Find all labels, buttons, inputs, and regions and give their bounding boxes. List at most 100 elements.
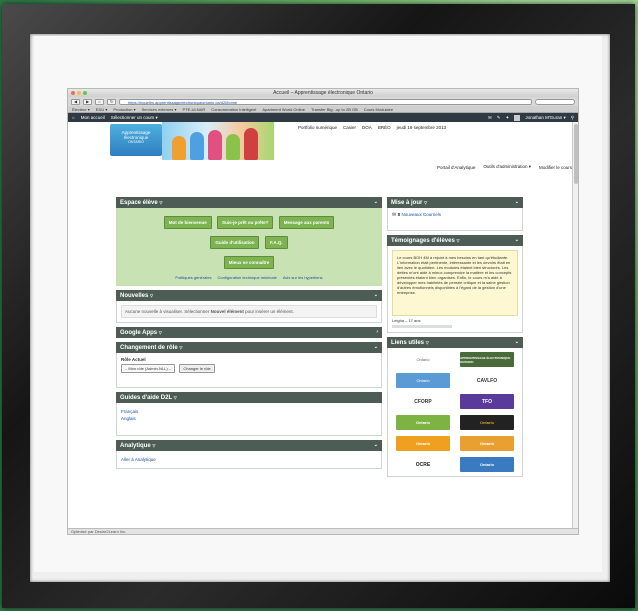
d2l-navbar: ⌂ Mon accueil Sélectionner un cours ▾ ✉ … [68,113,578,122]
ontario-logo[interactable]: Ontario [460,436,514,451]
panel-header: Guides d'aide D2L ▽ [116,392,382,403]
bookmark-item[interactable]: Transfer Big...up to 2B GB [311,106,358,112]
avatar[interactable] [514,114,521,121]
search-icon[interactable]: ⚲ [571,115,574,121]
chevron-down-icon[interactable]: ⌄ [515,197,519,208]
bookmark-item[interactable]: EDU ▾ [96,106,108,112]
admin-tools-link[interactable]: Outils d'administration ▾ [483,164,531,170]
left-column: Espace élève ▽ ⌄ Mot de bienvenue Suis-je… [116,197,382,473]
current-role-label: Rôle Actuel [121,357,146,362]
testimonial-pager[interactable] [392,325,452,328]
ontario-logo[interactable]: Ontario [460,415,514,430]
change-role-button[interactable]: Changer le rôle [179,364,215,373]
ocre-logo[interactable]: OCRE [396,457,450,472]
policies-link[interactable]: Politiques générales [175,275,211,280]
bookmark-item[interactable]: Production ▾ [113,106,135,112]
portfolio-link[interactable]: Portfolio numérique [298,125,337,130]
panel-title: Témoignages d'élèves [391,238,455,244]
page-header: Apprentissage électronique ONTARIO Portf… [68,122,578,162]
go-to-analytics-link[interactable]: Aller à Analytique [121,457,377,462]
window-title: Accueil – Apprentissage électronique Ont… [273,90,373,96]
role-change-body: Rôle Actuel – Mon rôle (Admin-NLL) – Cha… [116,353,382,388]
user-guide-button[interactable]: Guide d'utilisation [210,236,260,249]
hyperlinks-notice-link[interactable]: Avis sur les hyperliens [283,275,323,280]
role-select[interactable]: – Mon rôle (Admin-NLL) – [121,364,176,373]
logo-line: ONTARIO [128,140,144,144]
bookmark-item[interactable]: Apartment World Online [262,106,305,112]
close-icon[interactable] [71,91,75,95]
my-home-link[interactable]: Mon accueil [81,115,105,120]
aeo-logo[interactable]: APPRENTISSAGE ÉLECTRONIQUE ONTARIO [460,352,514,367]
chevron-down-icon[interactable]: ⌄ [374,290,378,301]
user-menu[interactable]: Jonathan M'Guran ▾ [525,115,565,121]
chevron-down-icon[interactable]: ⌄ [374,342,378,353]
doa-link[interactable]: DOA [362,125,372,130]
window-titlebar: Accueil – Apprentissage électronique Ont… [68,89,578,97]
header-links: Portfolio numérique Casier DOA BRÉO jeud… [298,125,446,130]
chevron-down-icon[interactable]: ⌄ [374,197,378,208]
home-icon[interactable]: ⌂ [72,115,75,120]
locker-link[interactable]: Casier [343,125,356,130]
course-selector[interactable]: Sélectionner un cours ▾ [111,115,158,121]
tfo-logo[interactable]: TFO [460,394,514,409]
home-icon[interactable]: ⌂ [95,98,104,105]
chevron-down-icon[interactable]: ⌄ [515,337,519,348]
panel-header: Mise à jour ▽ ⌄ [387,197,523,208]
cavlfo-logo[interactable]: CAVLFO [460,373,514,388]
search-input[interactable] [535,98,575,105]
cforp-logo[interactable]: CFORP [396,394,450,409]
mail-icon: ✉ [392,212,397,218]
edit-course-link[interactable]: Modifier le cours [539,165,572,170]
back-icon[interactable]: ◀ [71,98,80,105]
bookmark-item[interactable]: Consommation Intelligent [211,106,256,112]
zoom-icon[interactable] [83,91,87,95]
analytics-panel: Analytique ▽ ⌄ Aller à Analytique [116,440,382,469]
banner-figure [172,136,186,160]
panel-header: Espace élève ▽ ⌄ [116,197,382,208]
new-mail-link[interactable]: Nouveaux Courriels [402,212,442,217]
date-label: jeudi 19 septembre 2013 [396,125,447,130]
ready-button[interactable]: Suis-je prêt ou prête? [217,216,274,229]
english-guide-link[interactable]: Anglais [121,416,377,421]
bookmark-item[interactable]: Cours Modulaire [364,106,393,112]
bookmark-item[interactable]: Services externes ▾ [142,106,177,112]
banner-figure [226,134,240,160]
useful-links-panel: Liens utiles ▽ ⌄ Ontario APPRENTISSAGE ÉL… [387,337,523,477]
banner-figure [208,130,222,160]
chevron-down-icon[interactable]: ⌄ [515,235,519,246]
breo-link[interactable]: BRÉO [378,125,391,130]
panel-header: Changement de rôle ▽ ⌄ [116,342,382,353]
ontario-logo[interactable]: Ontario [396,436,450,451]
faq-button[interactable]: F.A.Q. [264,236,288,249]
panel-title: Guides d'aide D2L [120,395,172,401]
ontario-logo[interactable]: Ontario [396,373,450,388]
mail-icon[interactable]: ✉ [488,115,492,121]
testimonials-panel: Témoignages d'élèves ▽ ⌄ Le cours BOH 4M … [387,235,523,333]
scrollbar-thumb[interactable] [574,124,578,184]
ontario-logo[interactable]: Ontario [460,457,514,472]
ontario-logo[interactable]: Ontario [396,352,450,367]
ontario-logo[interactable]: Ontario [396,415,450,430]
panel-header: Analytique ▽ ⌄ [116,440,382,451]
minimize-icon[interactable] [77,91,81,95]
tech-config-link[interactable]: Configuration technique minimale [217,275,276,280]
parents-message-button[interactable]: Message aux parents [278,216,335,229]
welcome-button[interactable]: Mot de bienvenue [163,216,212,229]
testimonials-body: Le cours BOH 4M a rejoint à mes besoins … [387,246,523,333]
chevron-down-icon[interactable]: ⌄ [374,440,378,451]
chat-icon[interactable]: ✎ [497,115,501,121]
address-bar[interactable]: https://equelim.apprentissageelectroniqu… [119,98,532,105]
french-guide-link[interactable]: Français [121,409,377,414]
analytics-portal-link[interactable]: Portail d'Analytique [437,165,475,170]
unread-count: 8 [397,212,401,217]
know-yourself-button[interactable]: Mieux se connaître [223,256,275,269]
new-item-link[interactable]: Nouvel élément [211,309,244,314]
scrollbar[interactable] [572,122,578,528]
bookmark-item[interactable]: Électeur ▾ [72,106,90,112]
site-logo[interactable]: Apprentissage électronique ONTARIO [110,124,162,156]
reload-icon[interactable]: ↻ [107,98,116,105]
notification-icon[interactable]: ✦ [506,115,510,121]
forward-icon[interactable]: ▶ [83,98,92,105]
chevron-right-icon[interactable]: › [376,327,378,338]
bookmark-item[interactable]: PTE-ULNAR [183,106,206,112]
